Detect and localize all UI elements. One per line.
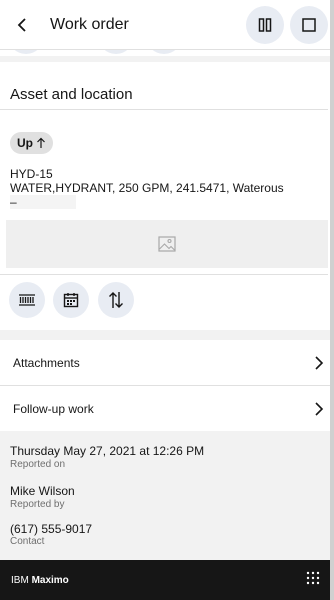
scrollbar[interactable] [330,0,334,600]
chevron-left-icon [17,17,26,32]
app-switcher-grid-icon [306,571,320,584]
reported-by-value: Mike Wilson [10,484,75,498]
status-badge: Up [10,132,53,154]
follow-up-work-label: Follow-up work [13,401,94,416]
barcode-icon [19,294,35,306]
calendar-button[interactable] [53,282,89,318]
asset-number: HYD-15 [10,167,53,181]
brand-name: Maximo [31,574,69,586]
status-label: Up [17,136,33,150]
asset-location-card: Asset and location Up HYD-15 WATER,HYDRA… [0,62,334,330]
section-title: Asset and location [10,86,133,103]
divider [0,109,328,110]
back-button[interactable] [0,0,44,50]
stop-icon [302,17,316,32]
app-footer: IBM Maximo [0,560,334,600]
follow-up-work-row[interactable]: Follow-up work [0,386,334,431]
arrows-vertical-icon [109,292,123,308]
asset-location: – [10,195,76,209]
pause-icon [258,17,272,32]
asset-image-placeholder[interactable] [6,220,328,268]
stop-button[interactable] [290,5,328,44]
brand-logo: IBM Maximo [11,575,69,586]
reported-by-label: Reported by [10,499,65,510]
chevron-right-icon [315,355,324,370]
pause-button[interactable] [246,5,284,44]
app-switcher-button[interactable] [306,571,320,590]
contact-value[interactable]: (617) 555-9017 [10,522,92,536]
contact-label: Contact [10,536,45,547]
page-title: Work order [50,15,129,33]
asset-description: WATER,HYDRANT, 250 GPM, 241.5471, Watero… [10,181,284,195]
brand-prefix: IBM [11,574,32,586]
barcode-scan-button[interactable] [9,282,45,318]
attachments-row[interactable]: Attachments [0,340,334,385]
divider [0,274,328,275]
reported-on-label: Reported on [10,459,66,470]
work-order-info: Thursday May 27, 2021 at 12:26 PM Report… [0,432,334,560]
attachments-label: Attachments [13,355,80,370]
arrow-up-icon [37,137,45,148]
chevron-right-icon [315,401,324,416]
image-icon [158,236,176,252]
app-header: Work order [0,0,334,50]
sort-button[interactable] [98,282,134,318]
calendar-icon [63,293,79,308]
reported-on-value: Thursday May 27, 2021 at 12:26 PM [10,444,205,458]
